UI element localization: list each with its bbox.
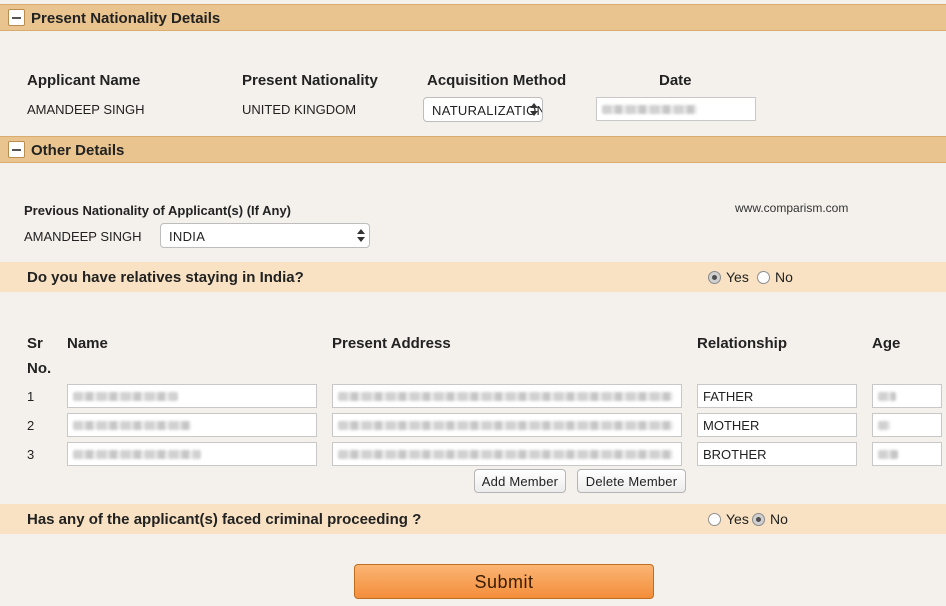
other-details-header[interactable]: Other Details — [0, 136, 946, 163]
relative-address-input[interactable] — [332, 442, 682, 466]
sr-header: Sr — [27, 335, 43, 352]
age-input[interactable] — [872, 442, 942, 466]
criminal-question-band: Has any of the applicant(s) faced crimin… — [0, 504, 946, 534]
relationship-input[interactable]: BROTHER — [697, 442, 857, 466]
redacted-address — [338, 392, 673, 401]
relative-name-input[interactable] — [67, 384, 317, 408]
submit-button[interactable]: Submit — [354, 564, 654, 599]
previous-nationality-value: INDIA — [169, 229, 206, 244]
age-input[interactable] — [872, 384, 942, 408]
redacted-date — [602, 105, 697, 114]
select-arrows-icon — [529, 103, 538, 117]
previous-nationality-select[interactable]: INDIA — [160, 223, 370, 248]
redacted-address — [338, 450, 673, 459]
relatives-question: Do you have relatives staying in India? — [27, 269, 304, 286]
relative-address-input[interactable] — [332, 384, 682, 408]
acquisition-method-value: NATURALIZATION — [432, 103, 543, 118]
redacted-age — [878, 421, 890, 430]
redacted-name — [73, 450, 201, 459]
acquisition-method-select[interactable]: NATURALIZATION — [423, 97, 543, 122]
relationship-input[interactable]: FATHER — [697, 384, 857, 408]
relatives-yes-option[interactable]: Yes — [708, 269, 749, 285]
radio-unchecked-icon[interactable] — [708, 512, 721, 526]
criminal-no-option[interactable]: No — [752, 511, 788, 527]
age-header: Age — [872, 335, 901, 352]
relationship-input[interactable]: MOTHER — [697, 413, 857, 437]
redacted-address — [338, 421, 673, 430]
name-header: Name — [67, 335, 108, 352]
radio-unchecked-icon[interactable] — [757, 270, 770, 284]
criminal-question: Has any of the applicant(s) faced crimin… — [27, 511, 422, 528]
collapse-icon[interactable] — [8, 141, 25, 158]
previous-applicant-name: AMANDEEP SINGH — [24, 229, 142, 244]
relationship-value: FATHER — [703, 389, 754, 404]
criminal-yes-option[interactable]: Yes — [708, 511, 749, 527]
row-sr: 2 — [27, 418, 35, 433]
age-input[interactable] — [872, 413, 942, 437]
add-member-button[interactable]: Add Member — [474, 469, 566, 493]
relative-address-input[interactable] — [332, 413, 682, 437]
applicant-name-header: Applicant Name — [27, 72, 141, 89]
criminal-yes-label: Yes — [726, 511, 749, 527]
redacted-name — [73, 392, 178, 401]
address-header: Present Address — [332, 335, 451, 352]
relatives-no-option[interactable]: No — [757, 269, 793, 285]
present-nationality-header[interactable]: Present Nationality Details — [0, 4, 946, 31]
date-field[interactable] — [596, 97, 756, 121]
relative-name-input[interactable] — [67, 413, 317, 437]
row-sr: 1 — [27, 389, 35, 404]
redacted-age — [878, 450, 898, 459]
acquisition-method-header: Acquisition Method — [427, 72, 567, 89]
relatives-question-band: Do you have relatives staying in India? … — [0, 262, 946, 292]
radio-checked-icon[interactable] — [708, 270, 721, 284]
applicant-name-value: AMANDEEP SINGH — [27, 102, 145, 117]
row-sr: 3 — [27, 447, 35, 462]
redacted-age — [878, 392, 896, 401]
section-title: Other Details — [31, 142, 125, 159]
delete-member-button[interactable]: Delete Member — [577, 469, 686, 493]
relative-name-input[interactable] — [67, 442, 317, 466]
relationship-header: Relationship — [697, 335, 788, 352]
previous-nationality-label: Previous Nationality of Applicant(s) (If… — [24, 203, 292, 218]
watermark: www.comparism.com — [735, 201, 849, 215]
redacted-name — [73, 421, 191, 430]
date-header: Date — [659, 72, 692, 89]
relatives-yes-label: Yes — [726, 269, 749, 285]
radio-checked-icon[interactable] — [752, 512, 765, 526]
relatives-no-label: No — [775, 269, 793, 285]
criminal-no-label: No — [770, 511, 788, 527]
section-title: Present Nationality Details — [31, 10, 221, 27]
present-nationality-header-label: Present Nationality — [242, 72, 378, 89]
select-arrows-icon — [356, 229, 365, 243]
no-header: No. — [27, 360, 52, 377]
present-nationality-value: UNITED KINGDOM — [242, 102, 357, 117]
collapse-icon[interactable] — [8, 9, 25, 26]
relationship-value: BROTHER — [703, 447, 767, 462]
relationship-value: MOTHER — [703, 418, 760, 433]
